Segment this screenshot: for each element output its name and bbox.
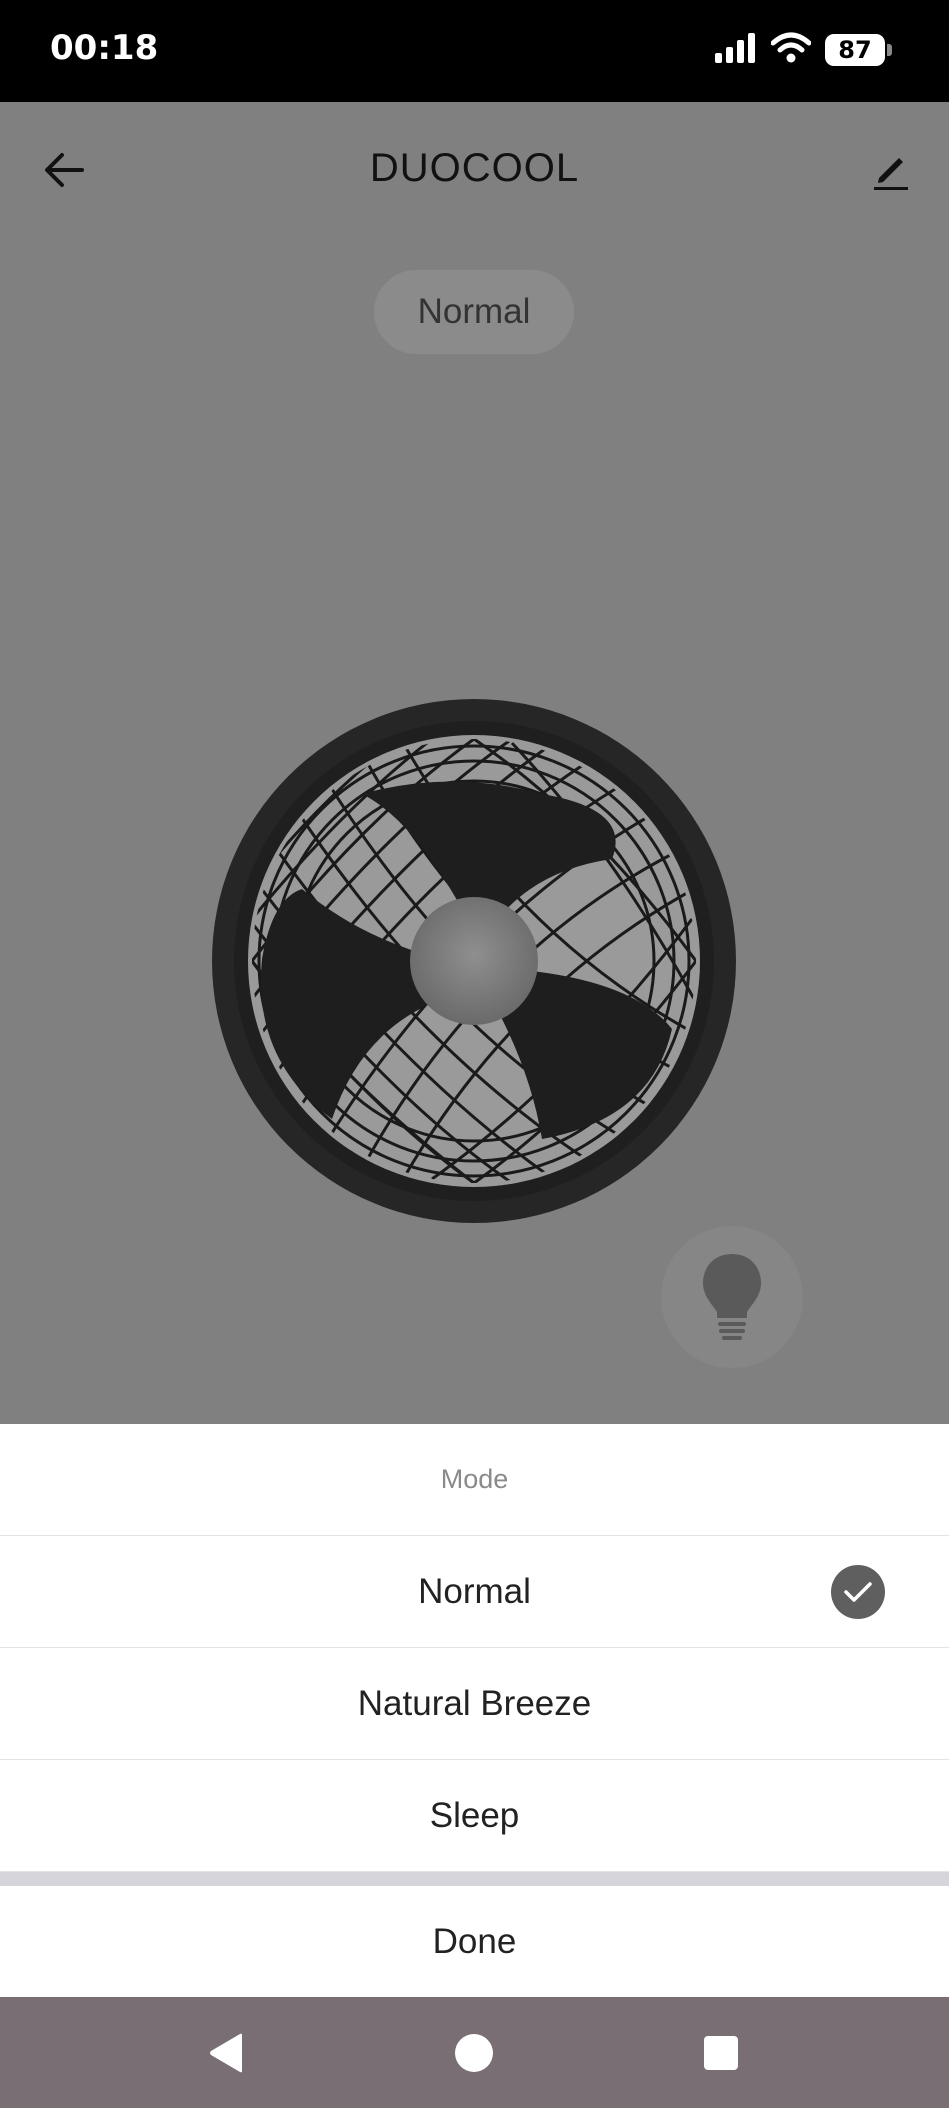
mode-option-sleep[interactable]: Sleep — [0, 1760, 949, 1872]
battery-level: 87 — [838, 36, 872, 64]
mode-sheet: Mode Normal Natural Breeze Sleep Done — [0, 1424, 949, 1997]
sheet-title: Mode — [0, 1424, 949, 1536]
option-label: Normal — [418, 1572, 531, 1611]
nav-home-button[interactable] — [446, 2025, 502, 2081]
lightbulb-icon — [703, 1254, 761, 1340]
device-screen: DUOCOOL Normal — [0, 102, 949, 1424]
check-icon — [831, 1565, 885, 1619]
nav-recents-icon — [704, 2036, 738, 2070]
light-button[interactable] — [661, 1226, 803, 1368]
done-button[interactable]: Done — [0, 1886, 949, 1997]
edit-button[interactable] — [863, 142, 919, 198]
nav-back-button[interactable] — [198, 2025, 254, 2081]
mode-chip[interactable]: Normal — [374, 270, 574, 354]
mode-option-natural-breeze[interactable]: Natural Breeze — [0, 1648, 949, 1760]
wifi-icon — [770, 32, 812, 69]
nav-home-icon — [455, 2034, 493, 2072]
signal-icon — [715, 32, 757, 68]
nav-recents-button[interactable] — [693, 2025, 749, 2081]
status-time: 00:18 — [50, 28, 159, 68]
battery-icon: 87 — [825, 34, 892, 66]
page-title: DUOCOOL — [369, 146, 580, 190]
status-icons: 87 — [715, 30, 892, 70]
nav-back-icon — [210, 2033, 242, 2073]
option-label: Sleep — [429, 1796, 520, 1835]
sheet-divider — [0, 1872, 949, 1886]
fan-image — [212, 699, 737, 1224]
system-nav-bar — [0, 1997, 949, 2108]
option-label: Natural Breeze — [357, 1684, 592, 1723]
pencil-icon — [874, 158, 908, 190]
status-bar: 00:18 87 — [0, 0, 949, 102]
mode-option-normal[interactable]: Normal — [0, 1536, 949, 1648]
